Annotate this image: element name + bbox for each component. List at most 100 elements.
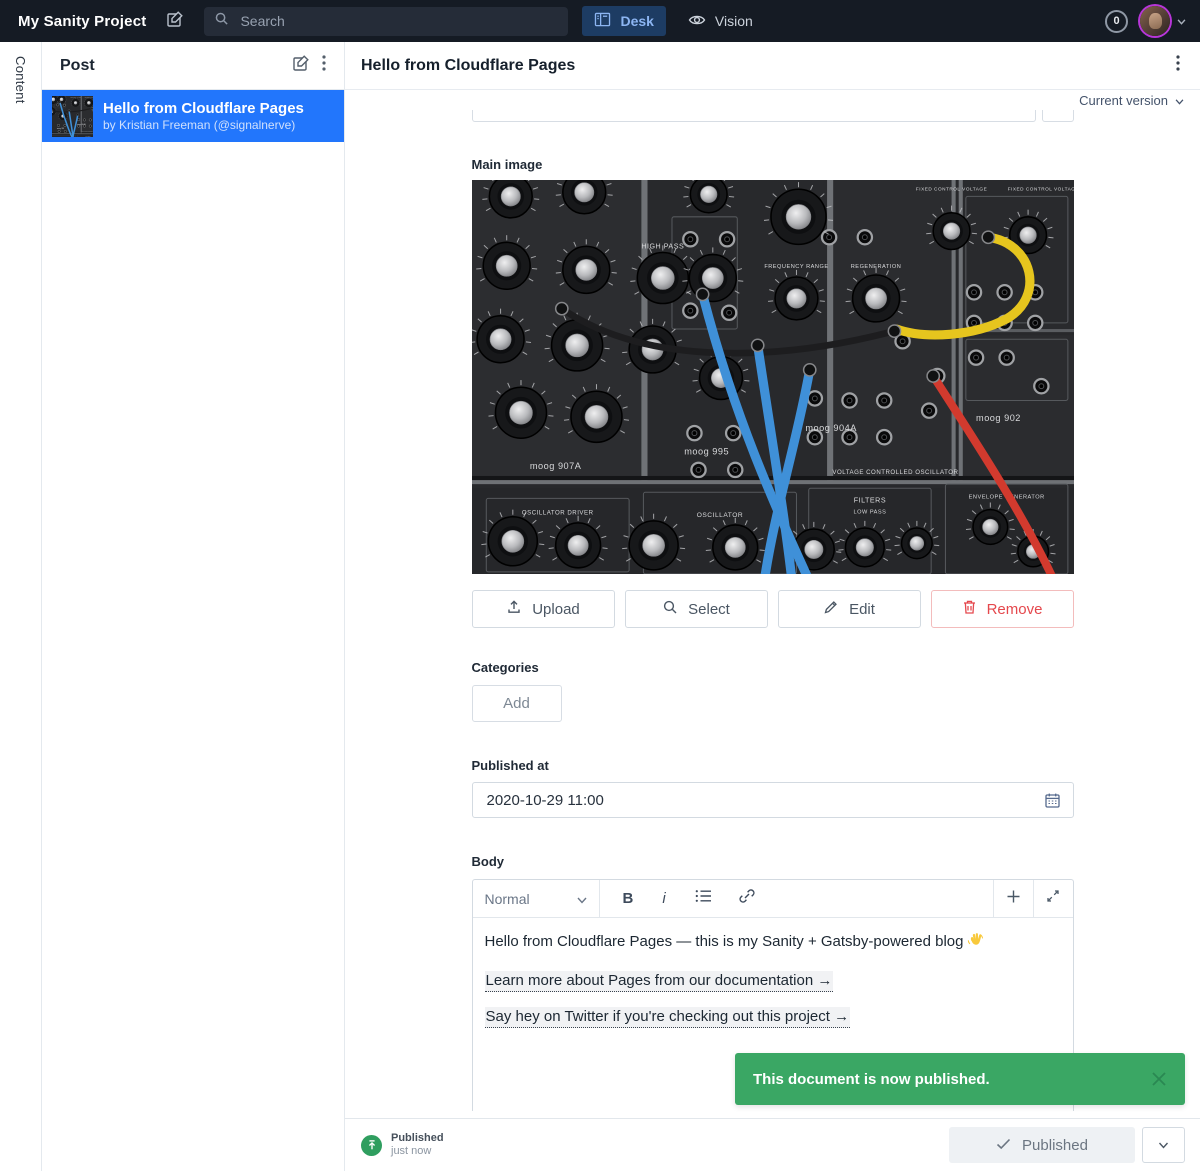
upload-button[interactable]: Upload — [472, 590, 615, 628]
publish-button[interactable]: Published — [949, 1127, 1135, 1163]
slug-input-partial[interactable] — [472, 110, 1036, 122]
post-panel-title: Post — [60, 57, 286, 75]
expand-editor-button[interactable] — [1033, 880, 1073, 917]
insert-block-button[interactable] — [993, 880, 1033, 917]
document-form: Main image HIGH PASS FREQUENCY RANGE REGEN… — [345, 110, 1200, 1118]
image-actions: Upload Select — [472, 590, 1074, 628]
calendar-icon[interactable] — [1044, 792, 1061, 809]
svg-text:moog 904A: moog 904A — [805, 423, 857, 433]
body-paragraph: Hello from Cloudflare Pages — this is my… — [485, 931, 1061, 955]
body-label: Body — [472, 854, 1074, 869]
style-selector[interactable]: Normal — [473, 880, 600, 917]
svg-text:LOW PASS: LOW PASS — [853, 510, 886, 516]
document-menu-button[interactable] — [1170, 49, 1186, 82]
tab-desk-label: Desk — [620, 13, 653, 29]
twitter-link[interactable]: Say hey on Twitter if you're checking ou… — [485, 1007, 851, 1028]
svg-text:FIXED CONTROL VOLTAGE: FIXED CONTROL VOLTAGE — [1007, 186, 1073, 191]
categories-label: Categories — [472, 660, 1074, 675]
publish-menu-button[interactable] — [1142, 1127, 1185, 1163]
body-link-line: Learn more about Pages from our document… — [485, 970, 1061, 991]
search-icon — [662, 599, 678, 619]
post-item-thumbnail — [52, 96, 93, 137]
close-icon[interactable] — [1151, 1071, 1167, 1087]
publish-time: just now — [391, 1145, 444, 1158]
topbar: My Sanity Project Desk — [0, 0, 1200, 42]
main-image-label: Main image — [472, 157, 1074, 172]
document-title: Hello from Cloudflare Pages — [361, 57, 1170, 75]
upload-icon — [506, 599, 522, 619]
toast-message: This document is now published. — [753, 1071, 990, 1088]
remove-button[interactable]: Remove — [931, 590, 1074, 628]
post-item-title: Hello from Cloudflare Pages — [103, 99, 304, 118]
search-input[interactable] — [238, 12, 558, 30]
compose-icon — [166, 15, 184, 32]
svg-text:HIGH PASS: HIGH PASS — [641, 242, 684, 250]
content-rail: Content — [0, 42, 42, 1171]
bold-button[interactable]: B — [623, 890, 634, 907]
slug-field-partial — [472, 110, 1074, 122]
svg-text:FILTERS: FILTERS — [853, 497, 885, 505]
svg-text:moog 907A: moog 907A — [529, 461, 581, 471]
post-panel-menu-button[interactable] — [316, 49, 332, 82]
eye-icon — [688, 13, 706, 30]
avatar[interactable] — [1140, 6, 1170, 36]
project-title: My Sanity Project — [18, 13, 146, 30]
notification-badge[interactable]: 0 — [1105, 10, 1128, 33]
published-at-label: Published at — [472, 758, 1074, 773]
document-footer: Published just now Published — [345, 1118, 1200, 1171]
tab-desk[interactable]: Desk — [582, 6, 665, 36]
chevron-down-icon — [1175, 93, 1184, 108]
chevron-down-icon — [577, 891, 587, 907]
tab-vision-label: Vision — [715, 13, 753, 29]
post-item-subtitle: by Kristian Freeman (@signalnerve) — [103, 118, 304, 133]
select-button[interactable]: Select — [625, 590, 768, 628]
publish-status: Published — [391, 1132, 444, 1145]
version-selector[interactable]: Current version — [345, 90, 1200, 110]
body-content[interactable]: Hello from Cloudflare Pages — this is my… — [473, 918, 1073, 1027]
svg-text:moog 995: moog 995 — [684, 447, 729, 457]
published-at-input[interactable] — [485, 791, 1044, 810]
svg-text:OSCILLATOR DRIVER: OSCILLATOR DRIVER — [521, 510, 593, 517]
bullet-list-button[interactable] — [695, 889, 712, 908]
trash-icon — [962, 599, 977, 619]
avatar-caret-icon[interactable] — [1177, 12, 1186, 30]
new-document-button[interactable] — [166, 10, 184, 33]
desk-icon — [594, 12, 611, 30]
link-button[interactable] — [739, 888, 755, 909]
toast-notification: This document is now published. — [735, 1053, 1185, 1105]
body-link-line: Say hey on Twitter if you're checking ou… — [485, 1006, 1061, 1027]
pencil-icon — [823, 599, 839, 619]
check-icon — [996, 1137, 1011, 1154]
search-bar[interactable] — [204, 7, 568, 36]
dots-vertical-icon — [322, 55, 326, 76]
post-list-panel: Post — [42, 42, 345, 1171]
main-image-preview[interactable]: HIGH PASS FREQUENCY RANGE REGENERATION FIXE… — [472, 180, 1074, 574]
link-icon — [739, 888, 755, 909]
slug-button-partial[interactable] — [1042, 110, 1074, 122]
italic-button[interactable]: i — [660, 890, 667, 907]
edit-button[interactable]: Edit — [778, 590, 921, 628]
dots-vertical-icon — [1176, 55, 1180, 76]
svg-text:VOLTAGE CONTROLLED OSCILLATOR: VOLTAGE CONTROLLED OSCILLATOR — [832, 469, 958, 476]
svg-text:REGENERATION: REGENERATION — [850, 264, 901, 270]
expand-icon — [1046, 889, 1060, 908]
chevron-down-icon — [1158, 1136, 1169, 1154]
bullet-list-icon — [695, 889, 712, 908]
post-panel-header: Post — [42, 42, 344, 90]
waving-hand-emoji-icon — [967, 932, 984, 955]
compose-icon — [292, 54, 310, 77]
post-list-item[interactable]: Hello from Cloudflare Pages by Kristian … — [42, 90, 344, 142]
plus-icon — [1006, 889, 1021, 909]
published-at-field — [472, 782, 1074, 818]
content-rail-label[interactable]: Content — [13, 56, 28, 1171]
document-editor-panel: Hello from Cloudflare Pages Current vers… — [345, 42, 1200, 1171]
docs-link[interactable]: Learn more about Pages from our document… — [485, 971, 834, 992]
svg-text:OSCILLATOR: OSCILLATOR — [696, 512, 742, 519]
add-category-button[interactable]: Add — [472, 685, 562, 722]
new-post-button[interactable] — [286, 48, 316, 83]
tab-vision[interactable]: Vision — [676, 6, 765, 36]
search-icon — [214, 11, 229, 31]
published-status-icon — [361, 1135, 382, 1156]
version-label: Current version — [1079, 93, 1168, 108]
svg-text:FREQUENCY RANGE: FREQUENCY RANGE — [764, 264, 828, 270]
